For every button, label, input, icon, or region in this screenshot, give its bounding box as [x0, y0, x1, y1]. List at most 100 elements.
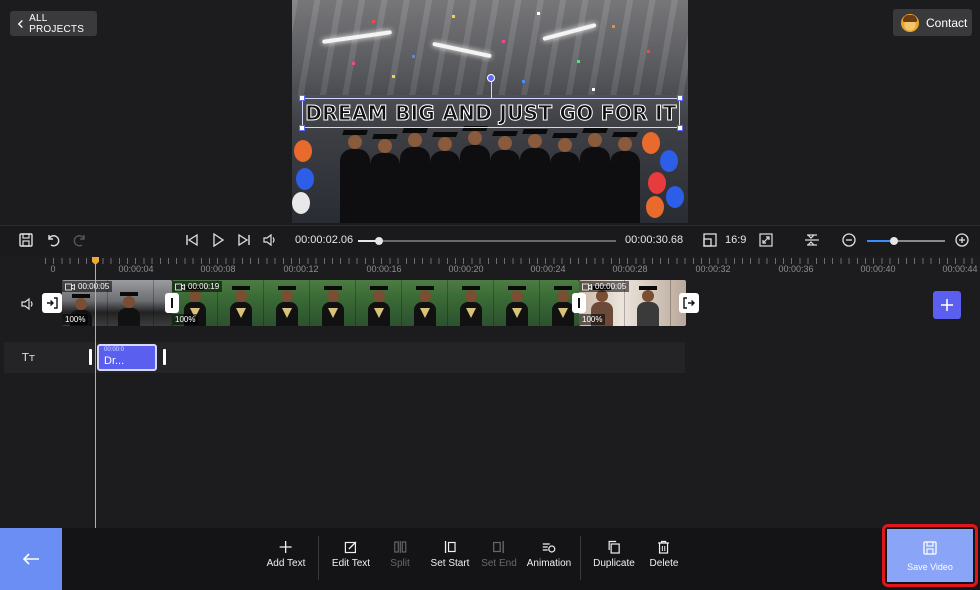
graduate: [460, 126, 490, 223]
clip-volume-text: 100%: [175, 315, 196, 324]
clip-volume[interactable]: 100%: [579, 314, 606, 325]
clip-frame: [108, 280, 154, 326]
rotate-handle[interactable]: [487, 74, 495, 82]
balloon: [296, 168, 314, 190]
confetti: [372, 20, 375, 23]
add-text-label: Add Text: [266, 558, 306, 569]
clip-frame: [402, 280, 448, 326]
ruler-label: 00:00:28: [612, 264, 648, 274]
zoom-knob[interactable]: [890, 237, 899, 245]
graduate: [610, 132, 640, 223]
delete-button[interactable]: Delete: [649, 540, 679, 569]
graduate: [580, 128, 610, 223]
skip-back-icon[interactable]: [184, 232, 200, 248]
animation-icon: [543, 543, 556, 553]
clip-duration: 00:00:19: [172, 281, 223, 292]
fullscreen-icon[interactable]: [758, 232, 774, 248]
text-clip-start-handle[interactable]: [89, 349, 92, 365]
all-projects-label: ALL PROJECTS: [29, 12, 85, 35]
save-video-button[interactable]: Save Video: [887, 529, 973, 582]
undo-icon[interactable]: [45, 232, 61, 248]
clip-volume[interactable]: 100%: [172, 314, 199, 325]
back-button[interactable]: [0, 528, 62, 590]
clip-frame: [218, 280, 264, 326]
save-project-icon[interactable]: [18, 232, 34, 248]
ruler-label: 00:00:04: [118, 264, 154, 274]
clip-split-handle[interactable]: [165, 293, 179, 313]
playhead-line[interactable]: [95, 257, 96, 528]
set-start-button[interactable]: Set Start: [431, 540, 469, 569]
confetti: [502, 40, 505, 43]
import-icon: [47, 297, 58, 309]
timeline-ruler[interactable]: 0 00:00:04 00:00:08 00:00:12 00:00:16 00…: [0, 256, 980, 276]
text-clip-label: Dr...: [104, 355, 125, 367]
animation-button[interactable]: Animation: [527, 540, 571, 569]
edit-icon: [344, 541, 357, 554]
graduate: [340, 130, 370, 223]
resize-handle-br[interactable]: [677, 125, 683, 131]
graduate: [430, 132, 460, 223]
confetti: [452, 15, 455, 18]
add-media-button[interactable]: [933, 291, 961, 319]
text-clip-time: 00:00:0: [104, 347, 125, 353]
plus-icon: [941, 299, 953, 311]
edit-text-button[interactable]: Edit Text: [332, 540, 370, 569]
text-clip-end-handle[interactable]: [163, 349, 166, 365]
timeline-scrubber[interactable]: [358, 237, 616, 245]
clip-split-handle[interactable]: [572, 293, 586, 313]
text-clip[interactable]: 00:00:0 Dr...: [97, 344, 157, 371]
set-end-button[interactable]: Set End: [481, 540, 517, 569]
clip-volume[interactable]: 100%: [62, 314, 89, 325]
confetti: [352, 62, 355, 65]
clip-duration-text: 00:00:05: [595, 282, 627, 291]
redo-icon[interactable]: [72, 232, 88, 248]
aspect-ratio-icon[interactable]: [702, 232, 718, 248]
resize-handle-bl[interactable]: [299, 125, 305, 131]
add-text-button[interactable]: Add Text: [266, 540, 306, 569]
clip-end-trim-handle[interactable]: [679, 293, 699, 313]
video-clip-1[interactable]: 00:00:05 100%: [62, 280, 172, 326]
duplicate-button[interactable]: Duplicate: [593, 540, 635, 569]
aspect-ratio-value[interactable]: 16:9: [725, 234, 746, 246]
clip-volume-text: 100%: [65, 315, 86, 324]
chevron-left-icon: [17, 19, 23, 28]
edit-text-label: Edit Text: [331, 558, 371, 569]
ruler-label: 00:00:36: [778, 264, 814, 274]
zoom-out-icon[interactable]: [841, 232, 857, 248]
ruler-label: 0: [50, 264, 56, 274]
clip-start-trim-handle[interactable]: [42, 293, 62, 313]
fit-timeline-icon[interactable]: [804, 232, 820, 248]
zoom-in-icon[interactable]: [954, 232, 970, 248]
video-preview[interactable]: DREAM BIG AND JUST GO FOR IT: [292, 0, 688, 223]
delete-label: Delete: [649, 558, 679, 569]
confetti: [392, 75, 395, 78]
duplicate-label: Duplicate: [593, 558, 635, 569]
duplicate-icon: [608, 540, 620, 554]
balloon: [648, 172, 666, 194]
scrubber-knob[interactable]: [374, 237, 383, 245]
play-icon[interactable]: [210, 232, 226, 248]
resize-handle-tl[interactable]: [299, 95, 305, 101]
contact-button[interactable]: Contact: [893, 9, 972, 36]
resize-handle-tr[interactable]: [677, 95, 683, 101]
export-icon: [683, 297, 695, 309]
video-clip-3[interactable]: 00:00:05 100%: [579, 280, 686, 326]
all-projects-button[interactable]: ALL PROJECTS: [10, 11, 97, 36]
split-button[interactable]: Split: [390, 540, 410, 569]
track-volume-icon[interactable]: [20, 296, 36, 312]
ruler-label: 00:00:08: [200, 264, 236, 274]
clip-frame: [494, 280, 540, 326]
video-clip-2[interactable]: 00:00:19 100%: [172, 280, 579, 326]
save-icon: [923, 540, 937, 555]
toolbar-divider: [318, 536, 319, 580]
balloon: [646, 196, 664, 218]
confetti: [647, 50, 650, 53]
skip-forward-icon[interactable]: [236, 232, 252, 248]
clip-frame: [625, 280, 671, 326]
volume-icon[interactable]: [262, 232, 278, 248]
clip-frame: [448, 280, 494, 326]
clip-frame: [356, 280, 402, 326]
zoom-slider[interactable]: [867, 237, 945, 245]
text-overlay[interactable]: DREAM BIG AND JUST GO FOR IT: [302, 98, 680, 128]
clip-duration-text: 00:00:05: [78, 282, 110, 291]
